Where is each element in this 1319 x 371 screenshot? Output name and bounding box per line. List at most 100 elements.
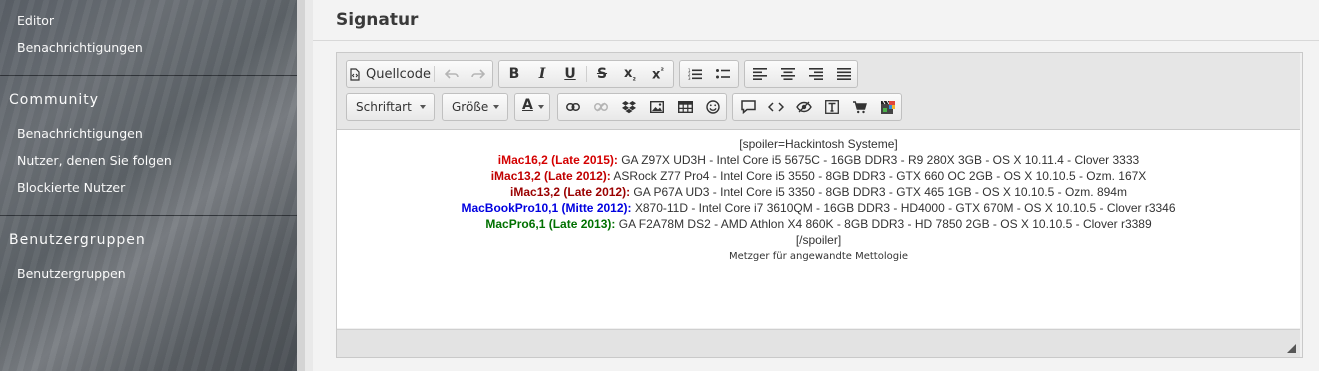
system-model: MacBookPro10,1 (Mitte 2012):: [461, 201, 632, 215]
sidebar-heading-benutzergruppen: Benutzergruppen: [9, 232, 146, 248]
text-color-icon: A: [522, 97, 533, 113]
align-left-button[interactable]: [747, 61, 773, 87]
numbered-list-button[interactable]: 123: [682, 61, 708, 87]
section-rule: [313, 40, 1319, 41]
spoiler-button[interactable]: [791, 94, 817, 120]
bold-icon: B: [508, 66, 520, 82]
align-center-button[interactable]: [775, 61, 801, 87]
system-line: iMac13,2 (Late 2012): GA P67A UD3 - Inte…: [337, 185, 1300, 199]
smiley-icon: [706, 100, 720, 114]
undo-button[interactable]: [440, 61, 464, 87]
undo-icon: [445, 69, 459, 79]
layout-divider: [297, 0, 305, 371]
spoiler-close-line: [/spoiler]: [795, 233, 842, 247]
code-button[interactable]: [763, 94, 789, 120]
link-button[interactable]: [560, 94, 586, 120]
toolbar-group-insert: [557, 93, 727, 121]
link-icon: [566, 103, 580, 111]
sidebar-item-editor[interactable]: Editor: [17, 13, 54, 28]
sidebar-item-benachrichtigungen[interactable]: Benachrichtigungen: [17, 40, 143, 55]
chevron-down-icon: [538, 105, 544, 109]
system-line: MacPro6,1 (Late 2013): GA F2A78M DS2 - A…: [337, 217, 1300, 231]
section-title: Signatur: [336, 10, 419, 30]
superscript-button[interactable]: x²: [645, 61, 671, 87]
subscript-icon: x₂: [624, 65, 636, 83]
toolbar-group-lists: 123: [679, 60, 739, 88]
toolbar-separator: [434, 66, 435, 82]
numbered-list-icon: 123: [688, 68, 702, 80]
dropbox-button[interactable]: [616, 94, 642, 120]
underline-button[interactable]: U: [557, 61, 583, 87]
system-model: iMac16,2 (Late 2015):: [497, 153, 618, 167]
sidebar-item-community-benachrichtigungen[interactable]: Benachrichtigungen: [17, 126, 143, 141]
system-specs: GA F2A78M DS2 - AMD Athlon X4 860K - 8GB…: [615, 217, 1152, 231]
bold-button[interactable]: B: [501, 61, 527, 87]
align-justify-icon: [837, 68, 851, 80]
align-justify-button[interactable]: [831, 61, 857, 87]
editor-toolbar: Quellcode B I U S x₂ x² 1 2 3 Schriftart…: [337, 53, 1300, 130]
system-specs: ASRock Z77 Pro4 - Intel Core i5 3550 - 8…: [610, 169, 1147, 183]
sidebar-divider: [0, 215, 297, 216]
sidebar-item-benutzergruppen[interactable]: Benutzergruppen: [17, 266, 126, 281]
shopping-cart-icon: [853, 100, 867, 113]
media-button[interactable]: [875, 94, 901, 120]
editor-content[interactable]: [spoiler=Hackintosh Systeme] iMac16,2 (L…: [337, 130, 1300, 328]
italic-icon: I: [538, 66, 546, 82]
system-specs: GA P67A UD3 - Intel Core i5 3350 - 8GB D…: [630, 185, 1127, 199]
sidebar: Editor Benachrichtigungen Community Bena…: [0, 0, 297, 371]
system-model: MacPro6,1 (Late 2013):: [485, 217, 616, 231]
system-line: iMac16,2 (Late 2015): GA Z97X UD3H - Int…: [337, 153, 1300, 167]
align-right-button[interactable]: [803, 61, 829, 87]
font-size-label: Größe: [452, 100, 489, 114]
signature-footer-text: Metzger für angewandte Mettologie: [728, 251, 908, 262]
bullet-list-icon: [716, 69, 730, 79]
chevron-down-icon: [420, 105, 426, 109]
toolbar-group-source-undo: Quellcode: [346, 60, 493, 88]
redo-icon: [471, 69, 485, 79]
main-panel: Signatur Quellcode B I U S x₂ x² 1 2 3 S…: [313, 0, 1319, 371]
sidebar-item-blocked-users[interactable]: Blockierte Nutzer: [17, 180, 125, 195]
text-color-button[interactable]: A: [514, 93, 550, 121]
font-family-label: Schriftart: [356, 100, 412, 114]
table-button[interactable]: [672, 94, 698, 120]
italic-button[interactable]: I: [529, 61, 555, 87]
emoticon-button[interactable]: [700, 94, 726, 120]
shopping-cart-button[interactable]: [847, 94, 873, 120]
speech-bubble-icon: [740, 100, 756, 114]
sidebar-divider: [0, 75, 297, 76]
toolbar-group-alignment: [744, 60, 858, 88]
sidebar-heading-community: Community: [9, 92, 100, 108]
strikethrough-icon: S: [596, 66, 608, 82]
redo-button[interactable]: [466, 61, 490, 87]
font-family-select[interactable]: Schriftart: [346, 93, 435, 121]
align-center-icon: [781, 68, 795, 80]
image-icon: [650, 101, 664, 113]
signature-editor: Quellcode B I U S x₂ x² 1 2 3 Schriftart…: [336, 52, 1303, 358]
bullet-list-button[interactable]: [710, 61, 736, 87]
code-icon: [768, 102, 784, 112]
subscript-button[interactable]: x₂: [617, 61, 643, 87]
system-line: MacBookPro10,1 (Mitte 2012): X870-11D - …: [337, 201, 1300, 215]
spoiler-open-line: [spoiler=Hackintosh Systeme]: [739, 137, 898, 151]
resize-handle-icon[interactable]: [1287, 344, 1296, 353]
system-model: iMac13,2 (Late 2012):: [490, 169, 611, 183]
dropbox-icon: [622, 100, 636, 113]
unlink-icon: [594, 102, 608, 112]
image-button[interactable]: [644, 94, 670, 120]
system-model: iMac13,2 (Late 2012):: [510, 185, 631, 199]
source-code-button[interactable]: Quellcode: [347, 61, 433, 87]
font-size-select[interactable]: Größe: [442, 93, 508, 121]
toolbar-group-bbcode: [732, 93, 902, 121]
strikethrough-button[interactable]: S: [589, 61, 615, 87]
unlink-button[interactable]: [588, 94, 614, 120]
text-template-button[interactable]: [819, 94, 845, 120]
eye-slash-icon: [796, 101, 812, 113]
media-clapper-icon: [881, 100, 895, 114]
table-icon: [677, 101, 693, 113]
underline-icon: U: [564, 66, 576, 82]
system-line: iMac13,2 (Late 2012): ASRock Z77 Pro4 - …: [337, 169, 1300, 183]
quote-button[interactable]: [735, 94, 761, 120]
sidebar-item-following[interactable]: Nutzer, denen Sie folgen: [17, 153, 172, 168]
align-left-icon: [753, 68, 767, 80]
align-right-icon: [809, 68, 823, 80]
